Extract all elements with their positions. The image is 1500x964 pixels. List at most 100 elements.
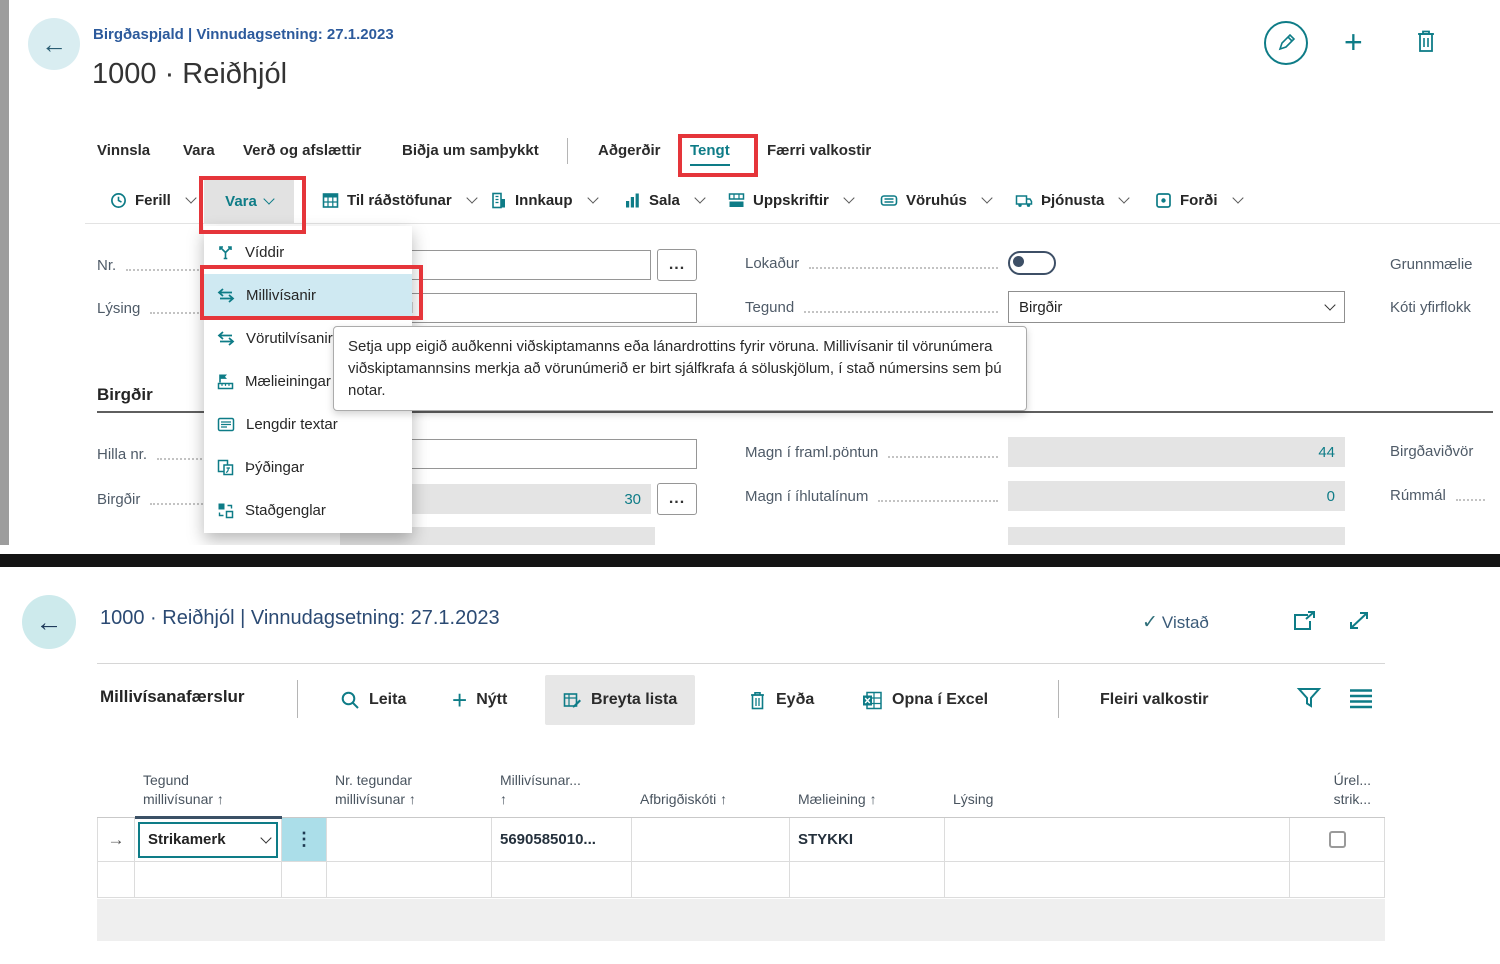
delete-button[interactable]: [1414, 28, 1438, 60]
edit-list-label: Breyta lista: [591, 691, 677, 709]
clipped-field: [1008, 527, 1345, 545]
header-nr-tegundar[interactable]: Nr. tegundar millivísunar ↑: [327, 771, 492, 817]
open-in-window-button[interactable]: [1292, 609, 1318, 638]
ribbon-uppskriftir[interactable]: Uppskriftir: [728, 178, 853, 222]
chevron-down-icon: [843, 192, 854, 203]
cell-nr-tegundar[interactable]: [327, 818, 492, 862]
cell-afbrigdiskoti[interactable]: [632, 818, 790, 862]
nr-assist-button[interactable]: ...: [657, 249, 697, 281]
resource-icon: [1155, 192, 1172, 209]
add-button[interactable]: +: [1344, 26, 1363, 58]
screenshot-root: ← Birgðaspjald | Vinnudagsetning: 27.1.2…: [0, 0, 1500, 964]
cell-maelieining[interactable]: STYKKI: [790, 818, 945, 862]
menu-verd-og-afslaettir[interactable]: Verð og afslættir: [243, 142, 361, 159]
more-options-button[interactable]: Fleiri valkostir: [1100, 675, 1209, 725]
purchase-icon: [490, 192, 507, 209]
menu-bidja-um-samthykkt[interactable]: Biðja um samþykkt: [402, 142, 539, 159]
back-button[interactable]: ←: [22, 595, 76, 649]
ribbon-til-radstofunar[interactable]: Til ráðstöfunar: [322, 178, 476, 222]
item-card-panel: ← Birgðaspjald | Vinnudagsetning: 27.1.2…: [0, 0, 1500, 545]
millivisanir-list-panel: ← 1000 · Reiðhjól | Vinnudagsetning: 27.…: [0, 567, 1500, 964]
cell-lysing[interactable]: [945, 818, 1290, 862]
saved-label: Vistað: [1162, 613, 1209, 633]
header-millivisunar-nr[interactable]: Millivísunar... ↑: [492, 771, 632, 817]
table-row-empty[interactable]: [97, 862, 1385, 898]
tegund-label: Tegund: [745, 299, 794, 316]
ribbon-thjonusta[interactable]: Þjónusta: [1015, 178, 1128, 222]
dropdown-item-label: Lengdir textar: [246, 416, 338, 433]
tegund-value: Birgðir: [1019, 299, 1062, 316]
open-excel-label: Opna í Excel: [892, 691, 988, 709]
dropdown-item-thydingar[interactable]: Þýðingar: [204, 446, 412, 489]
row-marker-icon: →: [97, 818, 135, 862]
new-label: Nýtt: [476, 691, 507, 709]
dropdown-item-millivisanir[interactable]: Millivísanir: [204, 274, 412, 317]
list-settings-button[interactable]: [1348, 687, 1374, 714]
menu-adgerdir[interactable]: Aðgerðir: [598, 142, 661, 159]
table-header-row: Tegund millivísunar ↑ Nr. tegundar milli…: [97, 739, 1385, 818]
list-caption: Millivísanafærslur: [100, 687, 245, 707]
dropdown-item-viddir[interactable]: Víddir: [204, 231, 412, 274]
cell-millivisunar-nr[interactable]: 5690585010...: [492, 818, 632, 862]
menu-tengt[interactable]: Tengt: [690, 142, 730, 166]
open-window-icon: [1292, 609, 1318, 633]
urelt-checkbox[interactable]: [1329, 831, 1346, 848]
left-scrollbar[interactable]: [0, 0, 9, 545]
magn-framl-value-field[interactable]: 44: [1008, 437, 1345, 467]
more-dots-icon: ⋮: [295, 829, 313, 850]
filter-button[interactable]: [1296, 686, 1322, 715]
table-footer-area: [97, 899, 1385, 941]
page-title: 1000 · Reiðhjól: [92, 58, 287, 91]
search-button[interactable]: Leita: [340, 675, 406, 725]
ribbon-ferill[interactable]: Ferill: [110, 178, 195, 222]
menu-divider: [567, 138, 568, 164]
field-row-lokadur: Lokaður: [745, 251, 1345, 275]
magn-ihluta-value-field[interactable]: 0: [1008, 481, 1345, 511]
table-row: → Strikamerk ⋮ 5690585010... STYKKI: [97, 818, 1385, 862]
tegund-select[interactable]: Birgðir: [1008, 291, 1345, 323]
dotted-leader: [809, 266, 998, 269]
menu-vara[interactable]: Vara: [183, 142, 215, 159]
delete-row-button[interactable]: Eyða: [748, 675, 814, 725]
edit-list-button[interactable]: Breyta lista: [545, 675, 695, 725]
ribbon-innkaup[interactable]: Innkaup: [490, 178, 597, 222]
edit-button[interactable]: [1264, 21, 1308, 65]
chevron-down-icon: [587, 192, 598, 203]
ribbon-voruhus[interactable]: Vöruhús: [880, 178, 991, 222]
birgdir-assist-button[interactable]: ...: [657, 483, 697, 515]
hilla-label: Hilla nr.: [97, 446, 147, 463]
dropdown-item-stadgenglar[interactable]: Staðgenglar: [204, 489, 412, 532]
header-indicator: [97, 809, 135, 817]
expand-button[interactable]: [1346, 609, 1372, 638]
menu-faerri-valkostir[interactable]: Færri valkostir: [767, 142, 871, 159]
ribbon-sala[interactable]: Sala: [624, 178, 704, 222]
section-birgdir-title[interactable]: Birgðir: [97, 385, 153, 405]
breadcrumb[interactable]: Birgðaspjald | Vinnudagsetning: 27.1.202…: [93, 26, 394, 43]
ribbon-vara[interactable]: Vara: [204, 179, 294, 223]
header-maelieining[interactable]: Mælieining ↑: [790, 790, 945, 817]
toolbar-divider: [1058, 680, 1059, 718]
search-label: Leita: [369, 691, 406, 709]
back-button[interactable]: ←: [28, 18, 80, 70]
dotted-leader: [888, 455, 998, 458]
new-button[interactable]: + Nýtt: [452, 675, 507, 725]
delete-label: Eyða: [776, 691, 814, 709]
dropdown-item-label: Víddir: [245, 244, 284, 261]
field-row-rummal: Rúmmál: [1390, 487, 1495, 504]
header-tegund-millivisunar[interactable]: Tegund millivísunar ↑: [135, 771, 282, 817]
ribbon-fordi[interactable]: Forði: [1155, 178, 1242, 222]
millivisanir-tooltip: Setja upp eigið auðkenni viðskiptamanns …: [333, 326, 1027, 411]
menu-vinnsla[interactable]: Vinnsla: [97, 142, 150, 159]
sales-icon: [624, 192, 641, 209]
tegund-millivisunar-select[interactable]: Strikamerk: [138, 822, 278, 858]
add-icon: +: [1344, 24, 1363, 60]
header-urelt-strikamerki[interactable]: Úrel... strik...: [1290, 771, 1385, 817]
lokadur-toggle[interactable]: [1008, 251, 1056, 275]
list-page-title: 1000 · Reiðhjól | Vinnudagsetning: 27.1.…: [100, 607, 500, 630]
chevron-down-icon: [981, 192, 992, 203]
header-lysing[interactable]: Lýsing: [945, 790, 1290, 817]
row-options-button[interactable]: ⋮: [282, 818, 327, 862]
edit-list-icon: [563, 691, 582, 710]
open-in-excel-button[interactable]: Opna í Excel: [862, 675, 988, 725]
header-afbrigdiskoti[interactable]: Afbrigðiskóti ↑: [632, 790, 790, 817]
